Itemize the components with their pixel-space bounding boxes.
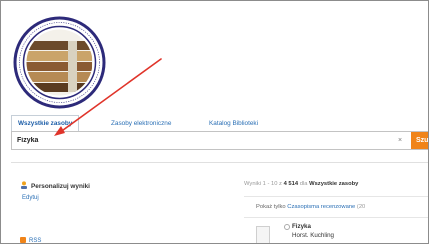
results-total: 4 514: [283, 181, 299, 187]
rss-label: RSS: [29, 238, 42, 244]
result-thumbnail[interactable]: [256, 226, 270, 243]
results-summary: Wyniki 1 - 10 z 4 514 dla Wszystkie zaso…: [244, 181, 358, 187]
results-middle: dla: [299, 181, 308, 187]
rss-link[interactable]: RSS: [20, 237, 42, 244]
tab-library-catalog[interactable]: Katalog Biblioteki: [209, 116, 258, 131]
library-logo: [12, 15, 107, 110]
edit-link[interactable]: Edytuj: [22, 195, 39, 201]
results-scope: Wszystkie zasoby: [309, 181, 359, 187]
results-prefix: Wyniki 1 - 10 z: [244, 181, 282, 187]
result-author: Horst. Kuchling: [292, 232, 334, 239]
screenshot-frame: Wszystkie zasoby Zasoby elektroniczne Ka…: [0, 0, 429, 244]
result-select-radio[interactable]: [284, 224, 290, 230]
user-icon: [20, 181, 28, 189]
personalize-results-heading: Personalizuj wyniki: [20, 181, 90, 190]
result-title[interactable]: Fizyka: [292, 223, 311, 230]
tab-all-resources[interactable]: Wszystkie zasoby: [11, 115, 80, 132]
results-divider: [244, 196, 428, 197]
search-bar: × Szu: [11, 131, 428, 150]
search-scope-tabs: Wszystkie zasoby Zasoby elektroniczne Ka…: [11, 115, 428, 132]
search-input[interactable]: [17, 134, 377, 147]
search-button[interactable]: Szu: [411, 132, 428, 149]
filter-divider: [244, 217, 428, 218]
filter-line: Pokaż tylko Czasopisma recenzowane (20: [256, 204, 365, 210]
tab-electronic-resources[interactable]: Zasoby elektroniczne: [111, 116, 171, 131]
filter-prefix: Pokaż tylko: [256, 204, 286, 210]
header-divider: [11, 162, 428, 163]
rss-icon: [20, 237, 26, 243]
personalize-label: Personalizuj wyniki: [31, 183, 90, 190]
clear-search-button[interactable]: ×: [395, 135, 405, 146]
peer-reviewed-filter-link[interactable]: Czasopisma recenzowane: [287, 204, 355, 210]
peer-reviewed-count: (20: [356, 204, 366, 210]
